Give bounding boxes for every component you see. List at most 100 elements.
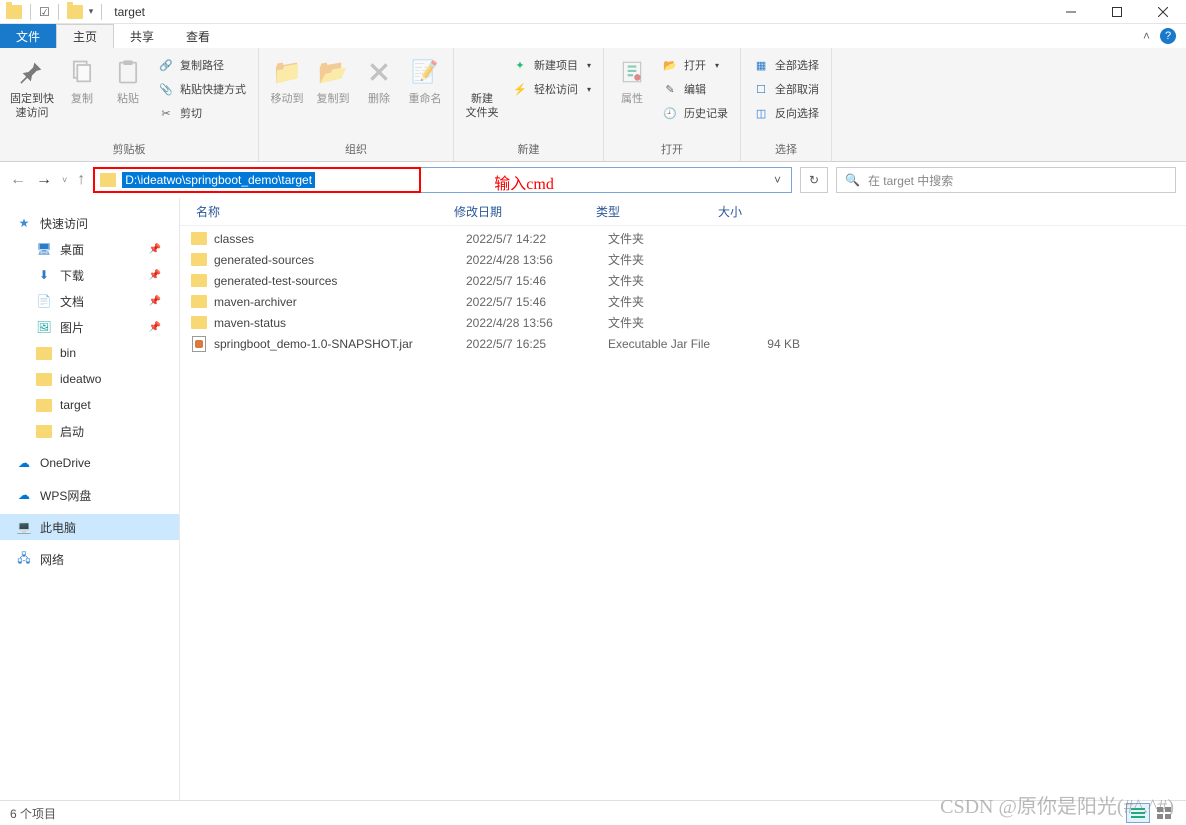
status-count: 6 个项目	[10, 805, 56, 822]
history-label: 历史记录	[684, 105, 728, 121]
sidebar-item[interactable]: 启动	[0, 418, 179, 444]
sidebar-wps[interactable]: ☁WPS网盘	[0, 482, 179, 508]
search-input[interactable]: 🔍 在 target 中搜索	[836, 167, 1176, 193]
sidebar-quick-access[interactable]: ★快速访问	[0, 210, 179, 236]
new-item-button[interactable]: ✦新建项目▾	[506, 54, 597, 76]
chevron-down-icon[interactable]: ▾	[89, 6, 94, 17]
edit-label: 编辑	[684, 81, 706, 97]
minimize-button[interactable]	[1048, 0, 1094, 24]
select-all-button[interactable]: ▦全部选择	[747, 54, 825, 76]
folder-icon	[190, 252, 208, 268]
file-type: 文件夹	[608, 314, 730, 331]
tab-share[interactable]: 共享	[114, 24, 170, 48]
folder-icon[interactable]	[67, 5, 83, 19]
select-none-button[interactable]: ☐全部取消	[747, 78, 825, 100]
group-organize-label: 组织	[345, 141, 367, 159]
paste-shortcut-button[interactable]: 📎粘贴快捷方式	[152, 78, 252, 100]
window-title: target	[114, 5, 145, 19]
tab-file[interactable]: 文件	[0, 24, 56, 48]
col-name[interactable]: 名称	[190, 203, 448, 220]
paste-button[interactable]: 粘贴	[106, 52, 150, 141]
table-row[interactable]: generated-sources2022/4/28 13:56文件夹	[180, 249, 1186, 270]
table-row[interactable]: generated-test-sources2022/5/7 15:46文件夹	[180, 270, 1186, 291]
content: ★快速访问 🖥桌面📌⬇下载📌📄文档📌🖼图片📌binideatwotarget启动…	[0, 198, 1186, 800]
col-type[interactable]: 类型	[590, 203, 712, 220]
table-row[interactable]: classes2022/5/7 14:22文件夹	[180, 228, 1186, 249]
folder-icon	[36, 371, 52, 387]
table-row[interactable]: maven-archiver2022/5/7 15:46文件夹	[180, 291, 1186, 312]
new-folder-button[interactable]: 新建 文件夹	[460, 52, 504, 141]
separator	[30, 4, 31, 20]
wps-label: WPS网盘	[40, 487, 91, 504]
maximize-button[interactable]	[1094, 0, 1140, 24]
checkbox-icon[interactable]: ☑	[39, 5, 50, 19]
file-date: 2022/5/7 15:46	[466, 274, 608, 288]
copy-path-button[interactable]: 🔗复制路径	[152, 54, 252, 76]
nav-arrows: ← → ˅ ↑	[10, 171, 85, 189]
address-path[interactable]: D:\ideatwo\springboot_demo\target	[122, 172, 315, 188]
sidebar-item-label: 文档	[60, 293, 84, 310]
main: 名称 修改日期 类型 大小 classes2022/5/7 14:22文件夹ge…	[180, 198, 1186, 800]
table-row[interactable]: springboot_demo-1.0-SNAPSHOT.jar2022/5/7…	[180, 333, 1186, 354]
file-name: generated-sources	[214, 253, 466, 267]
sidebar-item[interactable]: 🖼图片📌	[0, 314, 179, 340]
refresh-button[interactable]: ↻	[800, 167, 828, 193]
help-icon[interactable]: ?	[1160, 28, 1176, 44]
address-dropdown-icon[interactable]: ˅	[764, 173, 791, 187]
copy-label: 复制	[71, 92, 93, 106]
details-view-button[interactable]	[1126, 803, 1150, 823]
pin-button[interactable]: 固定到快 速访问	[6, 52, 58, 141]
sidebar-this-pc[interactable]: 💻此电脑	[0, 514, 179, 540]
sidebar-item[interactable]: 🖥桌面📌	[0, 236, 179, 262]
sidebar-item[interactable]: bin	[0, 340, 179, 366]
rename-button[interactable]: 📝重命名	[403, 52, 447, 141]
delete-button[interactable]: 删除	[357, 52, 401, 141]
properties-button[interactable]: 属性	[610, 52, 654, 141]
forward-button[interactable]: →	[36, 171, 52, 189]
sidebar-network[interactable]: 🖧网络	[0, 546, 179, 572]
new-folder-label: 新建 文件夹	[466, 92, 499, 120]
invert-label: 反向选择	[775, 105, 819, 121]
sidebar-item[interactable]: target	[0, 392, 179, 418]
table-row[interactable]: maven-status2022/4/28 13:56文件夹	[180, 312, 1186, 333]
group-select-label: 选择	[775, 141, 797, 159]
new-item-label: 新建项目	[534, 57, 578, 73]
open-button[interactable]: 📂打开▾	[656, 54, 734, 76]
invert-selection-button[interactable]: ◫反向选择	[747, 102, 825, 124]
folder-icon	[190, 315, 208, 331]
sidebar-onedrive[interactable]: ☁OneDrive	[0, 450, 179, 476]
ribbon-tabs: 文件 主页 共享 查看 ˄ ?	[0, 24, 1186, 48]
download-icon: ⬇	[36, 267, 52, 283]
copy-to-button[interactable]: 📂复制到	[311, 52, 355, 141]
address-bar[interactable]: D:\ideatwo\springboot_demo\target ˅ 输入cm…	[93, 167, 792, 193]
icons-view-button[interactable]	[1152, 803, 1176, 823]
cut-button[interactable]: ✂剪切	[152, 102, 252, 124]
edit-button[interactable]: ✎编辑	[656, 78, 734, 100]
col-size[interactable]: 大小	[712, 203, 792, 220]
folder-icon	[36, 423, 52, 439]
collapse-ribbon-icon[interactable]: ˄	[1143, 29, 1150, 43]
recent-button[interactable]: ˅	[62, 175, 67, 185]
select-none-label: 全部取消	[775, 81, 819, 97]
sidebar-item-label: 桌面	[60, 241, 84, 258]
col-date[interactable]: 修改日期	[448, 203, 590, 220]
up-button[interactable]: ↑	[77, 171, 85, 189]
close-button[interactable]	[1140, 0, 1186, 24]
file-type: 文件夹	[608, 272, 730, 289]
sidebar-item[interactable]: 📄文档📌	[0, 288, 179, 314]
file-date: 2022/5/7 15:46	[466, 295, 608, 309]
group-clipboard-label: 剪贴板	[113, 141, 146, 159]
easy-access-button[interactable]: ⚡轻松访问▾	[506, 78, 597, 100]
history-button[interactable]: 🕘历史记录	[656, 102, 734, 124]
sidebar-item[interactable]: ideatwo	[0, 366, 179, 392]
tab-home[interactable]: 主页	[56, 24, 114, 48]
tab-view[interactable]: 查看	[170, 24, 226, 48]
delete-label: 删除	[368, 92, 390, 106]
copy-path-label: 复制路径	[180, 57, 224, 73]
annotation-text: 输入cmd	[494, 170, 554, 194]
move-to-button[interactable]: 📁移动到	[265, 52, 309, 141]
sidebar-item[interactable]: ⬇下载📌	[0, 262, 179, 288]
copy-button[interactable]: 复制	[60, 52, 104, 141]
file-name: generated-test-sources	[214, 274, 466, 288]
back-button[interactable]: ←	[10, 171, 26, 189]
